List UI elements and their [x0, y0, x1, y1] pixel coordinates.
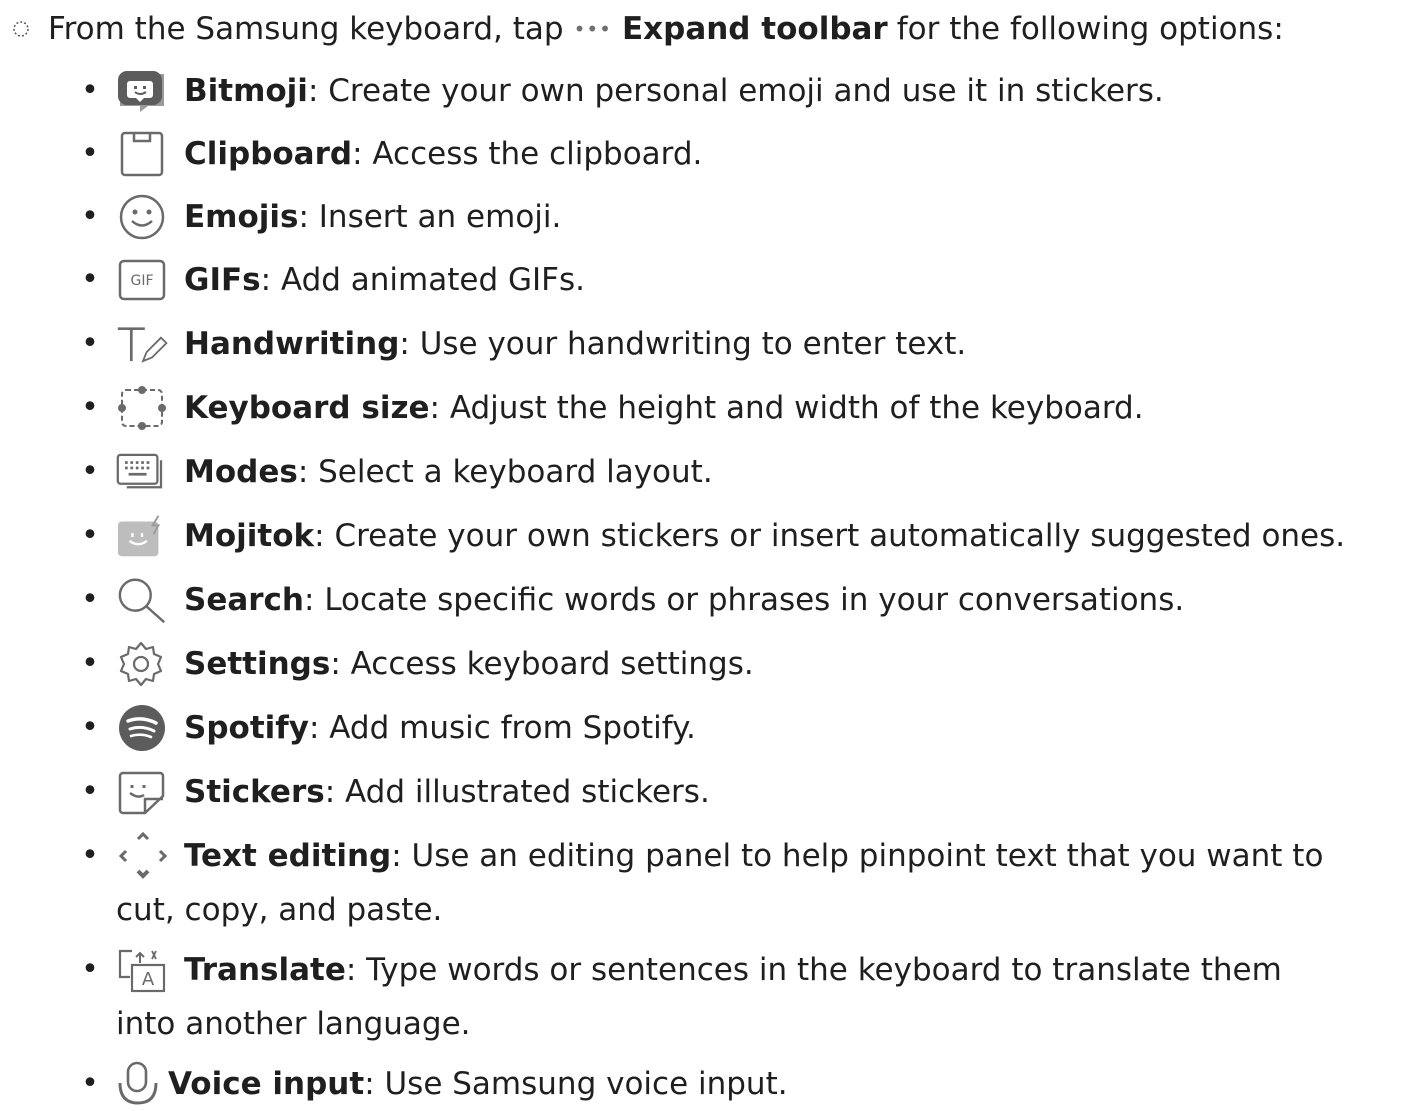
search-icon — [116, 577, 170, 624]
gif-icon: GIF — [116, 257, 170, 303]
svg-text:GIF: GIF — [130, 273, 153, 289]
item-desc: : Create your own stickers or insert aut… — [314, 518, 1346, 554]
bitmoji-icon — [116, 68, 170, 114]
item-desc: : Adjust the height and width of the key… — [429, 390, 1144, 426]
emoji-icon — [116, 194, 170, 240]
voice-input-icon — [116, 1061, 170, 1107]
item-title: Spotify — [184, 710, 309, 746]
item-desc: : Add music from Spotify. — [308, 710, 696, 746]
item-desc: : Select a keyboard layout. — [297, 454, 713, 490]
item-title: Settings — [184, 646, 331, 682]
item-desc: : Access the clipboard. — [352, 136, 703, 172]
intro-suffix: for the following options: — [896, 11, 1284, 47]
item-desc: : Insert an emoji. — [298, 199, 562, 235]
svg-text:A: A — [142, 969, 155, 990]
item-desc: : Add animated GIFs. — [260, 262, 585, 298]
item-title: GIFs — [184, 262, 261, 298]
item-title: Translate — [184, 952, 346, 988]
item-title: Emojis — [184, 199, 299, 235]
item-title: Clipboard — [184, 136, 353, 172]
item-desc: : Create your own personal emoji and use… — [307, 73, 1164, 109]
item-title: Keyboard size — [184, 390, 430, 426]
clipboard-icon — [116, 131, 170, 177]
step-circle-icon — [13, 21, 29, 37]
item-title: Mojitok — [184, 518, 315, 554]
modes-icon — [116, 449, 170, 495]
text-editing-icon — [116, 831, 170, 879]
mojitok-icon — [116, 513, 170, 559]
item-desc: : Use an editing panel to help pinpoint … — [391, 838, 1324, 874]
item-desc-continuation: into another language. — [116, 1006, 471, 1042]
spotify-icon — [116, 705, 170, 751]
intro-line: From the Samsung keyboard, tap ••• Expan… — [0, 6, 1284, 52]
handwriting-icon — [116, 321, 170, 367]
item-title: Search — [184, 582, 305, 618]
item-title: Text editing — [184, 838, 392, 874]
item-title: Voice input — [168, 1066, 365, 1102]
item-title: Stickers — [184, 774, 325, 810]
item-desc: : Locate specific words or phrases in yo… — [304, 582, 1185, 618]
translate-icon: A — [116, 947, 170, 993]
intro-prefix: From the Samsung keyboard, tap — [48, 11, 564, 47]
item-title: Bitmoji — [184, 73, 308, 109]
settings-icon — [116, 641, 170, 687]
intro-bold: Expand toolbar — [621, 11, 888, 47]
stickers-icon — [116, 769, 170, 815]
item-desc: : Use your handwriting to enter text. — [399, 326, 967, 362]
item-title: Modes — [184, 454, 298, 490]
item-desc: : Access keyboard settings. — [330, 646, 754, 682]
expand-toolbar-dots-icon: ••• — [573, 17, 612, 41]
item-desc-continuation: cut, copy, and paste. — [116, 892, 443, 928]
item-desc: : Add illustrated stickers. — [324, 774, 710, 810]
keyboard-size-icon — [116, 385, 170, 431]
item-desc: : Use Samsung voice input. — [364, 1066, 788, 1102]
item-desc: : Type words or sentences in the keyboar… — [345, 952, 1282, 988]
item-title: Handwriting — [184, 326, 400, 362]
